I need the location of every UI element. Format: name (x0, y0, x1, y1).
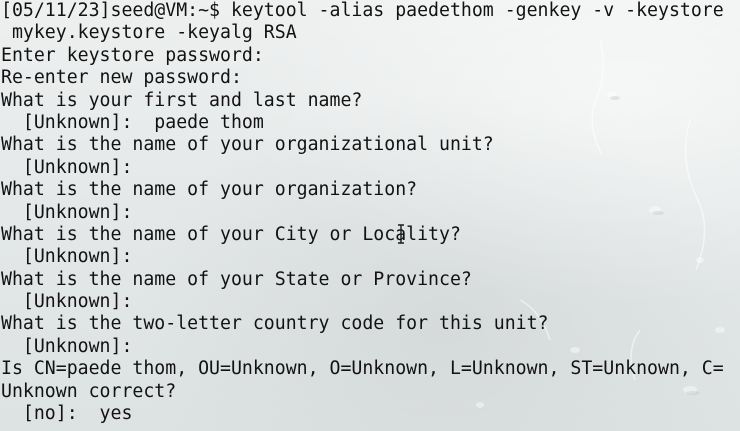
terminal-line-name-answer: [Unknown]: paede thom (1, 111, 264, 133)
terminal-line-locality-question: What is the name of your City or Localit… (1, 223, 461, 245)
terminal-line-org-unit-answer: [Unknown]: (1, 156, 133, 178)
terminal-line-organization-answer: [Unknown]: (1, 201, 133, 223)
terminal-line-name-question: What is your first and last name? (1, 89, 363, 111)
text-cursor-icon (398, 224, 404, 244)
terminal-line-confirm-summary: Is CN=paede thom, OU=Unknown, O=Unknown,… (1, 358, 724, 380)
terminal-line-organization-question: What is the name of your organization? (1, 179, 418, 201)
terminal-line-command-continued: mykey.keystore -keyalg RSA (1, 22, 297, 44)
terminal-line-country-answer: [Unknown]: (1, 335, 133, 357)
terminal-line-state-answer: [Unknown]: (1, 291, 133, 313)
terminal-line-command: [05/11/23]seed@VM:~$ keytool -alias paed… (1, 0, 724, 21)
terminal-line-state-question: What is the name of your State or Provin… (1, 268, 472, 290)
terminal-line-confirm-answer: [no]: yes (1, 403, 133, 425)
terminal-line-keystore-password-prompt: Enter keystore password: (1, 44, 264, 66)
terminal-line-country-question: What is the two-letter country code for … (1, 313, 549, 335)
terminal-output: [05/11/23]seed@VM:~$ keytool -alias paed… (0, 0, 724, 425)
terminal-window[interactable]: [05/11/23]seed@VM:~$ keytool -alias paed… (0, 0, 740, 431)
terminal-line-confirm-question: Unknown correct? (1, 380, 177, 402)
terminal-line-reenter-password-prompt: Re-enter new password: (1, 67, 242, 89)
terminal-line-locality-answer: [Unknown]: (1, 246, 133, 268)
terminal-line-org-unit-question: What is the name of your organizational … (1, 134, 494, 156)
